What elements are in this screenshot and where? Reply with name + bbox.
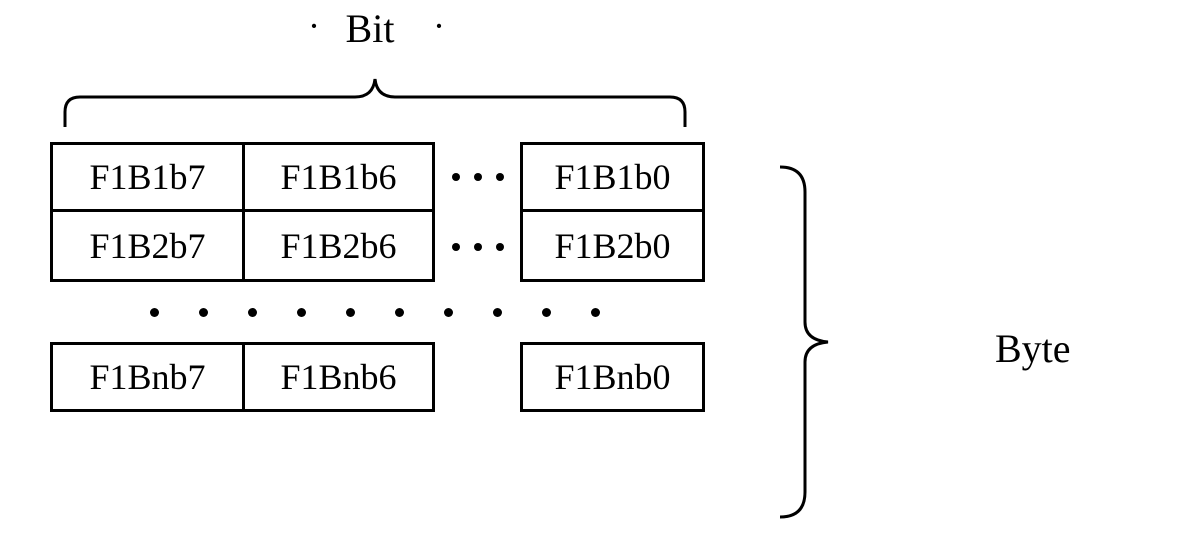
diagram-container: · Bit · F1B1b7 F1B1b6 F1B1b0 F1B2b7 F1B2… xyxy=(50,5,705,412)
table-row: F1B2b7 F1B2b6 F1B2b0 xyxy=(50,212,705,282)
bit-label-wrapper: · Bit · xyxy=(50,5,705,52)
cell-r2c2: F1B2b6 xyxy=(245,212,435,282)
bit-label: Bit xyxy=(60,5,680,52)
table-row: F1Bnb7 F1Bnb6 F1Bnb0 xyxy=(50,342,705,412)
table-row: F1B1b7 F1B1b6 F1B1b0 xyxy=(50,142,705,212)
cell-r2c1: F1B2b7 xyxy=(50,212,245,282)
cell-r1c2: F1B1b6 xyxy=(245,142,435,212)
cell-rNc3: F1Bnb0 xyxy=(520,342,705,412)
cell-rNc2: F1Bnb6 xyxy=(245,342,435,412)
table-area: F1B1b7 F1B1b6 F1B1b0 F1B2b7 F1B2b6 F1B2b… xyxy=(50,142,705,412)
mid-dot-right: · xyxy=(433,5,445,47)
right-brace xyxy=(770,162,870,522)
cell-r1c3: F1B1b0 xyxy=(520,142,705,212)
ellipsis-horizontal xyxy=(435,342,520,412)
mid-dot-left: · xyxy=(308,5,320,47)
ellipsis-horizontal xyxy=(435,212,520,282)
byte-label: Byte xyxy=(995,325,1071,372)
cell-rNc1: F1Bnb7 xyxy=(50,342,245,412)
ellipsis-horizontal xyxy=(435,142,520,212)
cell-r2c3: F1B2b0 xyxy=(520,212,705,282)
ellipsis-vertical xyxy=(50,282,690,342)
cell-r1c1: F1B1b7 xyxy=(50,142,245,212)
top-brace xyxy=(55,57,695,132)
